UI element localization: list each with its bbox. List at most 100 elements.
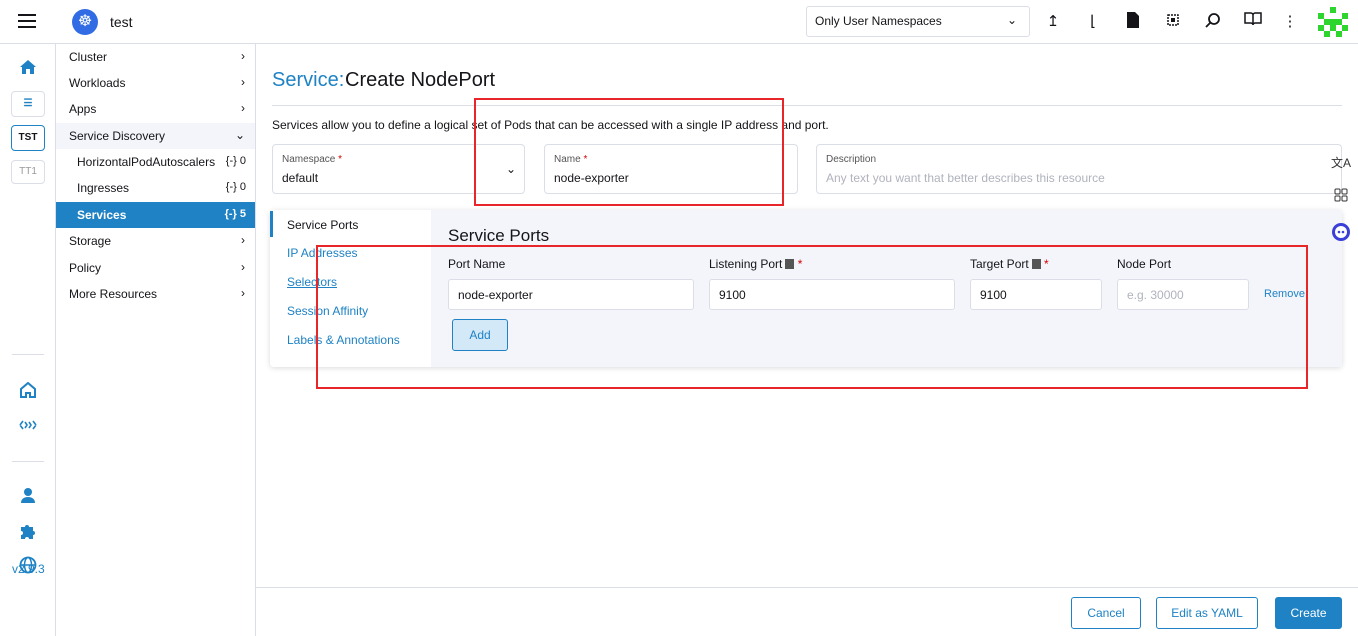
menu-icon[interactable]	[18, 14, 36, 28]
home-icon[interactable]	[18, 59, 38, 79]
nav-policy[interactable]: Policy ›	[56, 255, 255, 281]
config-tabs: Service Ports IP Addresses Selectors Ses…	[270, 210, 431, 367]
description-field[interactable]: Description Any text you want that bette…	[816, 144, 1342, 194]
cluster-rail: ☰ TST TT1 v2.9.3	[0, 44, 56, 636]
edit-as-yaml-button[interactable]: Edit as YAML	[1156, 597, 1258, 629]
chevron-right-icon: ›	[241, 49, 245, 63]
tab-selectors[interactable]: Selectors	[270, 268, 431, 294]
nav-label: Cluster	[69, 50, 108, 64]
nav-storage[interactable]: Storage ›	[56, 228, 255, 254]
section-title: Service Ports	[448, 226, 550, 245]
form-footer: Cancel Edit as YAML Create	[256, 587, 1358, 636]
service-ports-section: Service Ports Port Name Listening Port *…	[431, 210, 1342, 367]
chevron-down-icon: ⌄	[505, 162, 516, 176]
col-listening-port: Listening Port *	[709, 257, 803, 271]
rail-divider	[12, 461, 44, 462]
chevron-right-icon: ›	[241, 286, 245, 300]
nav-services[interactable]: Services {-} 5	[56, 202, 255, 228]
fleet-icon[interactable]	[18, 381, 38, 402]
more-icon[interactable]: ⋮	[1280, 12, 1300, 32]
cluster-tst[interactable]: TST	[11, 125, 45, 151]
col-target-port: Target Port *	[970, 257, 1049, 271]
import-yaml-icon[interactable]: ↥	[1043, 12, 1063, 32]
users-icon[interactable]	[18, 487, 38, 507]
kubectl-shell-icon[interactable]: ⌊	[1083, 12, 1103, 32]
cancel-button[interactable]: Cancel	[1071, 597, 1141, 629]
nav-cluster[interactable]: Cluster ›	[56, 44, 255, 70]
chevron-right-icon: ›	[241, 75, 245, 89]
cluster-tt1[interactable]: TT1	[11, 160, 45, 184]
nav-label: More Resources	[69, 287, 158, 301]
nav-service-discovery[interactable]: Service Discovery ⌄	[56, 123, 255, 149]
docs-icon[interactable]	[1243, 12, 1263, 32]
service-config-panel: Service Ports IP Addresses Selectors Ses…	[270, 210, 1342, 367]
avatar[interactable]	[1318, 7, 1348, 37]
namespace-value: default	[282, 171, 319, 185]
nav-label: Workloads	[69, 76, 126, 90]
nav-hpa[interactable]: HorizontalPodAutoscalers {-} 0	[56, 149, 255, 175]
cluster-management-icon[interactable]	[18, 416, 38, 436]
chevron-down-icon: ⌄	[234, 128, 245, 142]
listening-port-input[interactable]: 9100	[709, 279, 955, 310]
kubeconfig-icon[interactable]	[1123, 12, 1143, 32]
nav-count: {-} 0	[225, 181, 246, 193]
tab-service-ports[interactable]: Service Ports	[270, 211, 431, 237]
nav-label: HorizontalPodAutoscalers	[77, 155, 216, 169]
cluster-local-icon[interactable]: ☰	[11, 91, 45, 117]
remove-port-button[interactable]: Remove	[1264, 288, 1305, 300]
nav-more-resources[interactable]: More Resources ›	[56, 281, 255, 307]
rail-divider	[12, 354, 44, 355]
chevron-right-icon: ›	[241, 101, 245, 115]
nav-label: Policy	[69, 261, 102, 275]
chevron-down-icon: ⌄	[1006, 13, 1017, 27]
nav-label: Ingresses	[77, 181, 130, 195]
chevron-right-icon: ›	[241, 233, 245, 247]
namespace-filter-select[interactable]: Only User Namespaces ⌄	[806, 6, 1030, 37]
nav-count: {-} 0	[225, 155, 246, 167]
description-placeholder: Any text you want that better describes …	[826, 171, 1105, 185]
page-title-prefix[interactable]: Service:	[272, 69, 344, 92]
nav-count: {-} 5	[224, 208, 246, 220]
top-header: ☸ test Only User Namespaces ⌄ ↥ ⌊ ⋮	[0, 0, 1358, 44]
kubernetes-logo-icon: ☸	[72, 9, 98, 35]
nav-label: Services	[77, 208, 127, 222]
add-port-button[interactable]: Add	[452, 319, 508, 351]
name-value: node-exporter	[554, 171, 629, 185]
page-description: Services allow you to define a logical s…	[272, 118, 829, 132]
name-label: Name *	[554, 154, 588, 165]
create-button[interactable]: Create	[1275, 597, 1342, 629]
nav-workloads[interactable]: Workloads ›	[56, 70, 255, 96]
info-icon	[1031, 259, 1041, 269]
tab-session-affinity[interactable]: Session Affinity	[270, 297, 431, 323]
info-icon	[785, 259, 795, 269]
search-icon[interactable]	[1203, 12, 1223, 32]
cluster-name: test	[110, 14, 133, 30]
name-field[interactable]: Name * node-exporter	[544, 144, 798, 194]
col-port-name: Port Name	[448, 257, 506, 271]
tab-ip-addresses[interactable]: IP Addresses	[270, 239, 431, 265]
col-node-port: Node Port	[1117, 257, 1172, 271]
namespace-filter-value: Only User Namespaces	[815, 14, 942, 28]
main-content: Service: Create NodePort Services allow …	[256, 44, 1358, 636]
translate-icon[interactable]: 文A	[1330, 152, 1352, 174]
side-navigation: Cluster › Workloads › Apps › Service Discov…	[56, 44, 256, 636]
tab-labels-annotations[interactable]: Labels & Annotations	[270, 326, 431, 352]
extensions-icon[interactable]	[18, 522, 38, 542]
nav-label: Apps	[69, 102, 97, 116]
nav-apps[interactable]: Apps ›	[56, 96, 255, 122]
port-name-input[interactable]: node-exporter	[448, 279, 694, 310]
title-divider	[272, 105, 1342, 106]
node-port-input[interactable]: e.g. 30000	[1117, 279, 1249, 310]
copy-kubeconfig-icon[interactable]	[1163, 12, 1183, 32]
nav-ingresses[interactable]: Ingresses {-} 0	[56, 175, 255, 201]
target-port-input[interactable]: 9100	[970, 279, 1102, 310]
namespace-select[interactable]: Namespace * default ⌄	[272, 144, 525, 194]
apps-grid-icon[interactable]	[1330, 187, 1352, 209]
chevron-right-icon: ›	[241, 260, 245, 274]
nav-label: Service Discovery	[69, 129, 166, 143]
page-title: Create NodePort	[345, 69, 496, 91]
description-label: Description	[826, 154, 877, 165]
version-label: v2.9.3	[12, 562, 45, 576]
assistant-icon[interactable]	[1330, 222, 1352, 244]
namespace-label: Namespace *	[282, 154, 343, 165]
